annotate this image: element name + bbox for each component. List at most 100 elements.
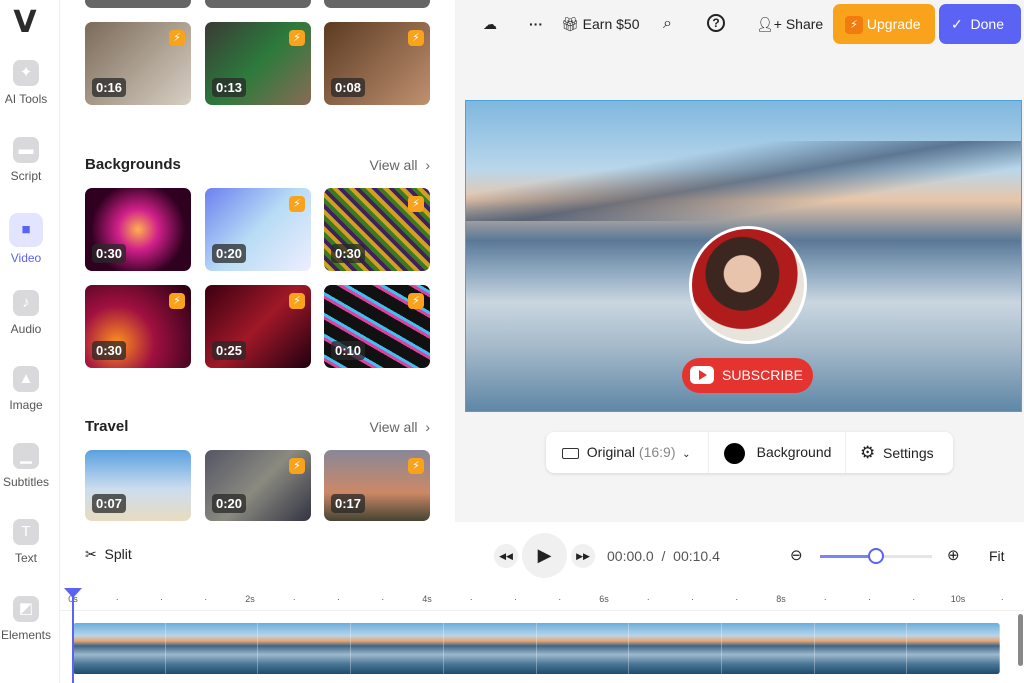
duration-badge: 0:07 [92,494,127,513]
video-canvas[interactable]: SUBSCRIBE [465,100,1022,412]
current-time: 00:00.0 [607,548,654,564]
sidebar-item-label: Script [10,168,42,183]
video-thumbnail[interactable]: ⚡︎ 0:25 [205,285,311,368]
section-title: Travel [85,418,129,435]
tick-dot: · [912,594,916,604]
settings-button[interactable]: ⚙ Settings [860,432,934,473]
video-thumbnail[interactable] [324,0,430,8]
video-thumbnail[interactable]: ⚡︎ 0:08 [324,22,430,105]
time-separator: / [661,548,666,564]
earn-button[interactable]: 🎁︎ Earn $50 [561,14,640,34]
aspect-ratio-dropdown[interactable]: Original (16:9) ⌄ [562,432,691,473]
duration-badge: 0:17 [331,494,366,513]
more-icon[interactable]: ··· [529,14,543,34]
premium-bolt-icon: ⚡︎ [408,196,424,212]
video-track-clip[interactable] [73,623,1000,674]
video-thumbnail[interactable]: ⚡︎ 0:16 [85,22,191,105]
tick-dot: · [160,594,163,604]
video-thumbnail[interactable]: ⚡︎ 0:30 [85,285,191,368]
clip-frame [351,623,444,674]
help-icon[interactable]: ? [707,14,725,32]
zoom-slider[interactable] [820,548,932,564]
cloud-saved-icon[interactable]: ☁ [483,14,497,34]
share-label: Share [785,16,824,32]
duration-badge: 0:20 [212,244,247,263]
video-thumbnail[interactable]: ⚡︎ 0:17 [324,450,430,521]
sidebar-item-label: Text [14,551,37,565]
canvas-toolbar: Original (16:9) ⌄ Background ⚙ Settings [546,432,953,473]
bolt-icon: ⚡︎ [845,16,863,35]
tick-dot: · [204,594,208,604]
sidebar-item-image[interactable]: ▲ Image [0,366,52,412]
video-thumbnail[interactable]: 0:30 [85,188,191,271]
video-thumbnail[interactable] [85,0,191,8]
gift-icon: 🎁︎ [561,16,579,32]
sidebar-item-ai-tools[interactable]: ✦ AI Tools [0,60,52,106]
fit-button[interactable]: Fit [989,548,1005,564]
clip-frame [443,623,537,674]
tick-dot: · [514,594,517,604]
check-icon: ✓ [951,16,963,32]
subscribe-button[interactable]: SUBSCRIBE [682,358,813,393]
premium-bolt-icon: ⚡︎ [408,30,424,46]
video-thumbnail[interactable]: 0:07 [85,450,191,521]
tick-label: 10s [950,594,966,604]
play-button[interactable]: ▶ [522,533,567,578]
done-button[interactable]: ✓ Done [939,4,1021,44]
sidebar-item-elements[interactable]: ◩ Elements [0,595,52,642]
background-button[interactable]: Background [724,432,831,473]
video-thumbnail[interactable]: ⚡︎ 0:20 [205,188,311,271]
clip-frame [536,623,630,674]
done-label: Done [970,16,1004,32]
timeline: ✂ Split ◀◀ ▶ ▶▶ 00:00.0 / 00:10.4 ⊖ ⊕ Fi… [60,522,1024,683]
chevron-right-icon: › [425,157,430,173]
sidebar-item-label: Video [10,251,42,265]
split-button[interactable]: ✂ Split [85,546,132,563]
duration-badge: 0:30 [92,244,127,263]
tick-label: 4s [422,594,432,604]
video-thumbnail[interactable]: ⚡︎ 0:10 [324,285,430,368]
video-thumbnail[interactable]: ⚡︎ 0:30 [324,188,430,271]
search-icon[interactable]: ⌕ [663,14,672,34]
sidebar-item-label: Elements [0,627,52,642]
tick-dot: · [292,594,296,604]
sidebar-item-text[interactable]: T Text [0,519,52,565]
zoom-in-icon[interactable]: ⊕ [947,546,960,564]
duration-badge: 0:16 [92,78,127,97]
video-thumbnail[interactable]: ⚡︎ 0:20 [205,450,311,521]
settings-label: Settings [883,445,934,461]
sidebar-item-label: Subtitles [2,474,50,489]
premium-bolt-icon: ⚡︎ [289,458,305,474]
premium-bolt-icon: ⚡︎ [408,293,424,309]
scrollbar[interactable] [1018,614,1023,666]
avatar-circle[interactable] [689,226,807,344]
view-all-link[interactable]: View all › [370,157,430,173]
zoom-out-icon[interactable]: ⊖ [790,546,803,564]
time-display: 00:00.0 / 00:10.4 [607,548,720,564]
clip-frame [165,623,259,674]
tick-label: 6s [599,594,609,604]
video-icon: ■ [9,213,43,247]
chevron-down-icon: ⌄ [679,449,691,460]
share-button[interactable]: 👤︎+ Share [756,14,823,34]
text-icon: T [13,519,39,545]
view-all-link[interactable]: View all › [370,419,430,435]
rewind-button[interactable]: ◀◀ [494,544,518,568]
playhead[interactable] [64,588,82,683]
media-panel: ⚡︎ 0:16 ⚡︎ 0:13 ⚡︎ 0:08 Backgrounds View all › 0… [60,0,455,522]
upgrade-button[interactable]: ⚡︎ Upgrade [833,4,935,44]
zoom-slider-handle[interactable] [868,548,884,564]
tick-dot: · [823,594,827,604]
forward-button[interactable]: ▶▶ [571,544,595,568]
sidebar-item-video[interactable]: ■ Video [0,213,52,265]
aspect-label: Original [586,444,636,460]
sidebar-item-audio[interactable]: ♪ Audio [0,289,52,336]
premium-bolt-icon: ⚡︎ [289,196,305,212]
scissors-icon: ✂ [85,546,97,562]
app-logo: V [13,5,37,40]
video-thumbnail[interactable]: ⚡︎ 0:13 [205,22,311,105]
sidebar-item-subtitles[interactable]: ▁ Subtitles [0,442,52,489]
video-thumbnail[interactable] [205,0,311,8]
subtitles-icon: ▁ [13,442,39,469]
sidebar-item-script[interactable]: ▬ Script [0,136,52,183]
